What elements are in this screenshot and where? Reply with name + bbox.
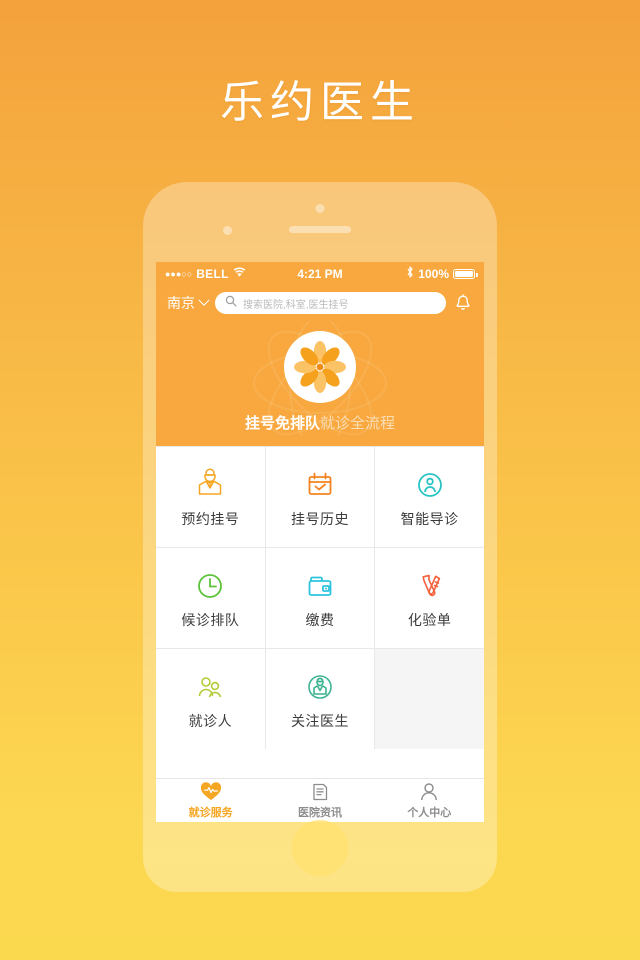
person-icon [419,782,439,802]
grid-item-patients[interactable]: 就诊人 [156,649,265,749]
search-row: 南京 搜索医院,科室,医生挂号 [156,285,484,321]
patients-icon [195,668,225,702]
grid-label: 关注医生 [290,712,349,729]
proximity-sensor-icon [223,226,232,235]
grid-label: 缴费 [305,611,335,628]
grid-label: 候诊排队 [181,611,240,628]
phone-frame: ●●●○○ BELL 4:21 PM 100% 南京 搜索医院,科室,医生挂号 … [143,182,497,892]
city-label: 南京 [167,295,195,311]
doctor-circle-icon [305,668,335,702]
grid-label: 智能导诊 [400,510,459,527]
grid-label: 化验单 [407,611,452,628]
guide-person-icon [415,466,445,500]
hero-banner: 挂号免排队就诊全流程 [156,321,484,446]
test-tube-icon [415,567,445,601]
grid-label: 挂号历史 [290,510,349,527]
bell-icon[interactable] [453,293,473,313]
wallet-icon [305,567,335,601]
tab-label: 就诊服务 [188,806,233,819]
grid-label: 预约挂号 [181,510,240,527]
tab-hospital-news[interactable]: 医院资讯 [265,782,374,820]
doctor-icon [195,466,225,500]
chevron-down-icon [198,294,210,306]
grid-item-appointment[interactable]: 预约挂号 [156,447,265,547]
bottom-tab-bar: 就诊服务 医院资讯 个人中心 [156,778,484,822]
flower-logo-icon [284,331,356,403]
grid-label: 就诊人 [188,712,233,729]
calendar-check-icon [305,466,335,500]
earpiece-speaker [289,226,351,233]
grid-item-history[interactable]: 挂号历史 [265,447,375,547]
grid-item-queue[interactable]: 候诊排队 [156,548,265,648]
heart-pulse-icon [200,781,222,802]
front-camera-icon [315,204,325,213]
battery-full-icon [453,268,478,279]
battery-percent-label: 100% [418,266,449,281]
tagline-soft: 就诊全流程 [320,415,396,432]
phone-screen: ●●●○○ BELL 4:21 PM 100% 南京 搜索医院,科室,医生挂号 … [156,262,484,822]
tab-medical-service[interactable]: 就诊服务 [156,781,265,820]
status-bar: ●●●○○ BELL 4:21 PM 100% [156,262,484,285]
city-selector[interactable]: 南京 [167,293,210,313]
clock-icon [195,567,225,601]
page-title: 乐约医生 [220,78,420,127]
hero-tagline: 挂号免排队就诊全流程 [245,412,395,433]
grid-item-payment[interactable]: 缴费 [265,548,375,648]
grid-item-lab-report[interactable]: 化验单 [375,548,484,648]
bluetooth-icon [406,266,414,281]
tagline-strong: 挂号免排队 [244,415,320,432]
grid-item-empty [375,649,484,749]
status-right: 100% [406,266,478,281]
feature-grid: 预约挂号 挂号历史 智能导诊 候诊排队 缴费 化验单 就诊人 关注医生 [156,446,484,749]
search-input[interactable]: 搜索医院,科室,医生挂号 [215,292,446,314]
tab-label: 医院资讯 [297,806,342,819]
home-button[interactable] [292,820,348,876]
search-icon [225,294,237,312]
grid-item-follow-doctor[interactable]: 关注医生 [265,649,375,749]
document-icon [310,782,330,802]
tab-label: 个人中心 [407,806,452,819]
phone-top-bezel [143,182,497,262]
grid-item-triage[interactable]: 智能导诊 [375,447,484,547]
search-placeholder: 搜索医院,科室,医生挂号 [243,299,349,311]
tab-profile[interactable]: 个人中心 [375,782,484,820]
